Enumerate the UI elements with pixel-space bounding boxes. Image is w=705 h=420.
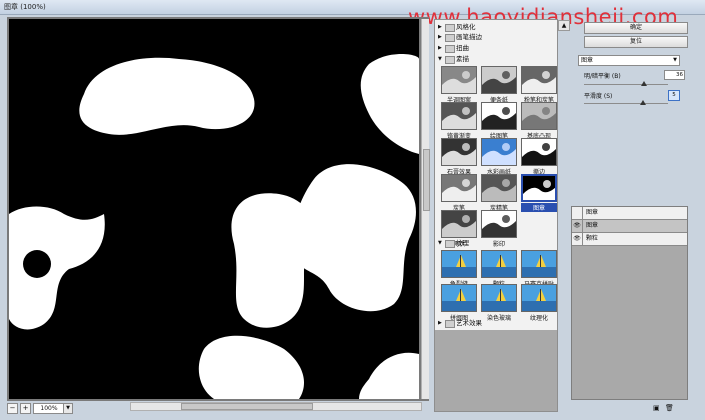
eye-icon[interactable] [572, 207, 583, 219]
gallery-empty-area [435, 330, 557, 411]
chevron-right-icon: ▶ [438, 320, 442, 326]
preview-canvas[interactable] [9, 19, 419, 399]
eye-icon[interactable]: 👁 [572, 233, 583, 245]
filter-preview-icon [521, 174, 557, 202]
filter-thumb[interactable]: 半调图案 [441, 66, 477, 104]
preview-vertical-scrollbar[interactable] [421, 19, 430, 399]
filter-preview-icon [521, 102, 557, 130]
trash-icon[interactable]: 🗑 [665, 404, 674, 412]
window-title: 图章 (100%) [4, 3, 46, 11]
light-dark-balance-input[interactable]: 36 [664, 70, 685, 80]
filter-preview-icon [441, 66, 477, 94]
folder-open-icon [445, 56, 455, 64]
collapse-gallery-button[interactable]: ▲ [558, 20, 570, 31]
filter-preview-icon [521, 66, 557, 94]
filter-thumb[interactable]: 纹理化 [521, 284, 557, 322]
filter-gallery: ▶ 风格化 ▶ 画笔描边 ▶ 扭曲 ▼ 素描 半调图案 便条纸 粉笔和炭笔铬黄渐变 绘图笔 基底… [434, 19, 558, 412]
category-distort[interactable]: ▶ 扭曲 [435, 43, 557, 53]
filter-select[interactable]: 图章 ▼ [578, 55, 680, 66]
category-stylize[interactable]: ▶ 风格化 [435, 22, 557, 32]
zoom-out-button[interactable]: − [7, 403, 18, 414]
filter-preview-icon [441, 210, 477, 238]
chevron-down-icon: ▼ [438, 56, 442, 62]
filter-thumb[interactable]: 拼缀图 [441, 284, 477, 322]
layer-row[interactable]: 图章 [572, 207, 687, 220]
filter-thumb[interactable]: 粉笔和炭笔 [521, 66, 557, 104]
stamp-preview-image [9, 19, 419, 399]
filter-thumb[interactable]: 炭笔 [441, 174, 477, 212]
folder-icon [445, 320, 455, 328]
category-brush-strokes[interactable]: ▶ 画笔描边 [435, 32, 557, 42]
zoom-in-button[interactable]: + [20, 403, 31, 414]
filter-thumb[interactable]: 染色玻璃 [481, 284, 517, 322]
scroll-thumb[interactable] [181, 403, 313, 410]
category-texture[interactable]: ▼ 纹理 [435, 238, 557, 248]
ok-button[interactable]: 确定 [584, 22, 688, 34]
filter-thumb[interactable]: 基底凸现 [521, 102, 557, 140]
chevron-right-icon: ▶ [438, 34, 442, 40]
filter-preview-icon [441, 250, 477, 278]
category-artistic[interactable]: ▶ 艺术效果 [435, 318, 557, 328]
filter-thumb[interactable]: 颗粒 [481, 250, 517, 288]
chevron-down-icon[interactable]: ▼ [63, 403, 73, 414]
filter-preview-icon [521, 250, 557, 278]
filter-thumb[interactable]: 撕边 [521, 138, 557, 176]
filter-preview-icon [481, 284, 517, 312]
filter-preview-icon [441, 284, 477, 312]
new-layer-icon[interactable]: ▣ [653, 404, 660, 412]
reset-button[interactable]: 复位 [584, 36, 688, 48]
filter-thumb[interactable]: 龟裂缝 [441, 250, 477, 288]
filter-preview-icon [481, 138, 517, 166]
filter-thumb[interactable]: 水彩画纸 [481, 138, 517, 176]
category-sketch[interactable]: ▼ 素描 [435, 54, 557, 64]
filter-preview-icon [521, 138, 557, 166]
filter-thumb[interactable]: 便条纸 [481, 66, 517, 104]
layer-row[interactable]: 👁 图章 [572, 220, 687, 233]
slider-knob[interactable] [639, 100, 646, 105]
light-dark-balance-label: 明/暗平衡 (B) [584, 73, 621, 80]
filter-thumb[interactable]: 图章 [521, 174, 557, 212]
filter-thumb[interactable]: 炭精笔 [481, 174, 517, 212]
filter-preview-icon [481, 102, 517, 130]
slider-knob[interactable] [641, 81, 648, 86]
filter-thumb[interactable]: 石膏效果 [441, 138, 477, 176]
folder-open-icon [445, 240, 455, 248]
layer-row[interactable]: 👁 颗粒 [572, 233, 687, 246]
filter-thumb[interactable]: 铬黄渐变 [441, 102, 477, 140]
filter-preview-icon [441, 138, 477, 166]
smoothness-input[interactable]: 5 [668, 90, 680, 101]
folder-icon [445, 24, 455, 32]
folder-icon [445, 45, 455, 53]
eye-icon[interactable]: 👁 [572, 220, 583, 232]
smoothness-slider[interactable] [584, 103, 668, 104]
filter-preview-icon [481, 66, 517, 94]
filter-preview-icon [481, 210, 517, 238]
folder-icon [445, 34, 455, 42]
chevron-down-icon: ▼ [673, 57, 677, 63]
filter-preview-icon [481, 174, 517, 202]
light-dark-balance-slider[interactable] [584, 84, 668, 85]
effect-layers-panel: 图章 👁 图章 👁 颗粒 [571, 206, 688, 400]
preview-horizontal-scrollbar[interactable] [130, 402, 422, 411]
chevron-down-icon: ▼ [438, 240, 442, 246]
filter-preview-icon [441, 102, 477, 130]
filter-preview-icon [521, 284, 557, 312]
chevron-right-icon: ▶ [438, 45, 442, 51]
filter-preview-icon [441, 174, 477, 202]
filter-label: 图章 [521, 203, 557, 212]
scroll-thumb[interactable] [423, 149, 430, 211]
filter-preview-icon [481, 250, 517, 278]
zoom-value[interactable]: 100% [33, 403, 65, 414]
filter-thumb[interactable]: 绘图笔 [481, 102, 517, 140]
filter-thumb[interactable]: 马赛克拼贴 [521, 250, 557, 288]
smoothness-label: 平滑度 (S) [584, 93, 613, 100]
chevron-right-icon: ▶ [438, 24, 442, 30]
